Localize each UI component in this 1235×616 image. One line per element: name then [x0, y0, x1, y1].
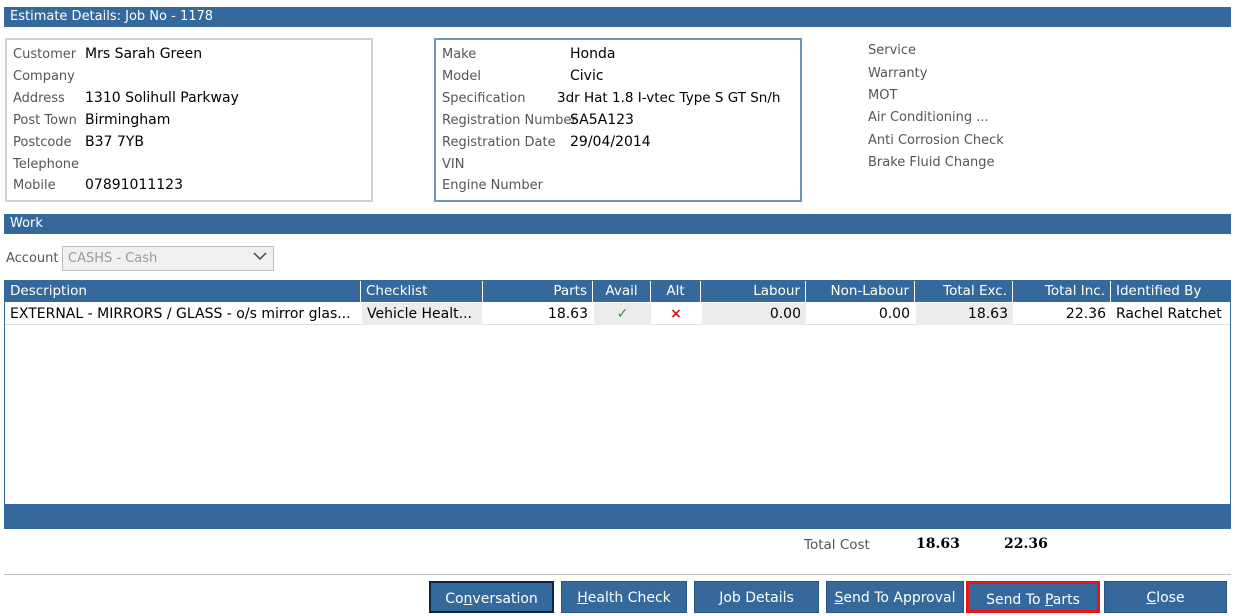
table-row[interactable]: EXTERNAL - MIRRORS / GLASS - o/s mirror … [5, 303, 1230, 325]
cell-labour[interactable]: 0.00 [702, 303, 806, 325]
chevron-down-icon [253, 252, 267, 261]
account-select[interactable]: CASHS - Cash [62, 246, 274, 271]
brake-fluid-change-link[interactable]: Brake Fluid Change [868, 155, 995, 170]
total-cost-label: Total Cost [804, 537, 870, 553]
cell-checklist[interactable]: Vehicle Healt... [362, 303, 482, 325]
column-header-checklist[interactable]: Checklist [361, 281, 483, 302]
company-label: Company [13, 69, 75, 84]
column-header-total-exc[interactable]: Total Exc. [915, 281, 1013, 302]
make-value[interactable]: Honda [570, 46, 615, 62]
column-header-parts[interactable]: Parts [483, 281, 593, 302]
post-town-value[interactable]: Birmingham [85, 112, 170, 128]
send-to-parts-button[interactable]: Send To Parts [966, 581, 1100, 613]
model-value[interactable]: Civic [570, 68, 604, 84]
anti-corrosion-check-link[interactable]: Anti Corrosion Check [868, 133, 1004, 148]
specification-label: Specification [442, 91, 526, 106]
mobile-label: Mobile [13, 178, 56, 193]
postcode-value[interactable]: B37 7YB [85, 134, 144, 150]
health-check-button[interactable]: Health Check [561, 581, 687, 613]
conversation-button[interactable]: Conversation [429, 581, 554, 613]
address-label: Address [13, 91, 65, 106]
specification-value[interactable]: 3dr Hat 1.8 I-vtec Type S GT Sn/h [557, 90, 780, 106]
address-value[interactable]: 1310 Solihull Parkway [85, 90, 239, 106]
engine-number-label: Engine Number [442, 178, 543, 193]
cell-non-labour[interactable]: 0.00 [806, 303, 915, 325]
make-label: Make [442, 47, 477, 62]
work-section-title: Work [10, 216, 43, 231]
account-select-value: CASHS - Cash [68, 251, 158, 266]
divider [4, 574, 1231, 575]
work-section-bar: Work [4, 214, 1231, 234]
customer-panel: Customer Mrs Sarah Green Company Address… [5, 38, 373, 202]
customer-value[interactable]: Mrs Sarah Green [85, 46, 202, 62]
service-link[interactable]: Service [868, 43, 916, 58]
work-grid: Description Checklist Parts Avail Alt La… [4, 280, 1231, 529]
window-title-bar: Estimate Details: Job No - 1178 [4, 7, 1231, 27]
send-to-approval-button[interactable]: Send To Approval [826, 581, 964, 613]
registration-number-label: Registration Number [442, 113, 577, 128]
cell-total-exc[interactable]: 18.63 [916, 303, 1013, 325]
job-details-button[interactable]: Job Details [694, 581, 819, 613]
cell-total-inc[interactable]: 22.36 [1013, 303, 1111, 325]
column-header-non-labour[interactable]: Non-Labour [806, 281, 915, 302]
cell-identified-by[interactable]: Rachel Ratchet [1111, 303, 1230, 325]
mot-link[interactable]: MOT [868, 88, 897, 103]
mobile-value[interactable]: 07891011123 [85, 177, 183, 193]
column-header-identified-by[interactable]: Identified By [1111, 281, 1230, 302]
alt-cross-icon: × [670, 306, 682, 322]
cell-description[interactable]: EXTERNAL - MIRRORS / GLASS - o/s mirror … [5, 303, 361, 325]
model-label: Model [442, 69, 482, 84]
work-grid-header: Description Checklist Parts Avail Alt La… [5, 281, 1230, 302]
cell-parts[interactable]: 18.63 [483, 303, 593, 325]
vehicle-panel: Make Honda Model Civic Specification 3dr… [434, 38, 802, 202]
work-grid-footer [5, 504, 1230, 528]
telephone-label: Telephone [13, 157, 80, 172]
customer-label: Customer [13, 47, 77, 62]
total-cost-inc: 22.36 [1004, 536, 1048, 552]
postcode-label: Postcode [13, 135, 72, 150]
column-header-labour[interactable]: Labour [701, 281, 806, 302]
window-title: Estimate Details: Job No - 1178 [10, 9, 214, 24]
avail-check-icon: ✓ [594, 303, 651, 325]
registration-date-label: Registration Date [442, 135, 556, 150]
total-cost-exc: 18.63 [916, 536, 960, 552]
air-conditioning-link[interactable]: Air Conditioning ... [868, 110, 989, 125]
registration-number-value[interactable]: SA5A123 [570, 112, 634, 128]
account-label: Account [6, 251, 59, 266]
column-header-avail[interactable]: Avail [593, 281, 651, 302]
column-header-alt[interactable]: Alt [651, 281, 701, 302]
vin-label: VIN [442, 157, 465, 172]
registration-date-value[interactable]: 29/04/2014 [570, 134, 651, 150]
column-header-description[interactable]: Description [5, 281, 361, 302]
column-header-total-inc[interactable]: Total Inc. [1013, 281, 1111, 302]
close-button[interactable]: Close [1104, 581, 1227, 613]
post-town-label: Post Town [13, 113, 77, 128]
warranty-link[interactable]: Warranty [868, 66, 927, 81]
